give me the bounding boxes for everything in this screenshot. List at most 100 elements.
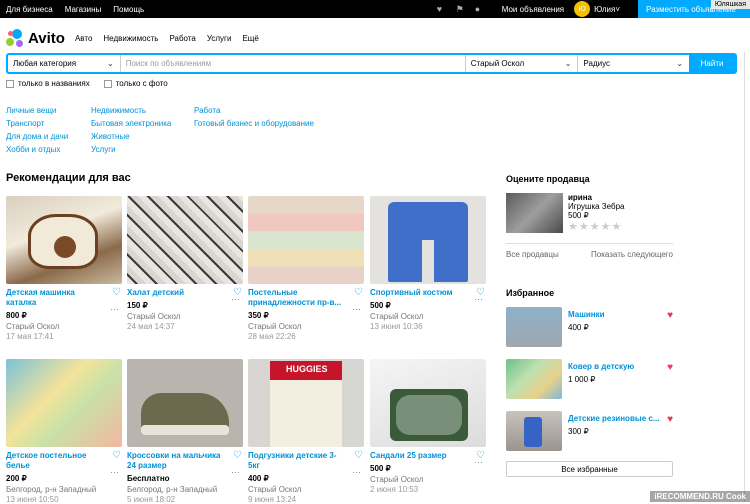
favorite-title[interactable]: Ковер в детскую (568, 362, 634, 371)
listing-card[interactable]: Халат детский ♡ ··· 150 ₽ Старый Оскол 2… (127, 196, 243, 331)
shops-link[interactable]: Магазины (65, 5, 102, 14)
checkbox-box (6, 79, 14, 88)
listing-card[interactable]: Сандали 25 размер ♡ ··· 500 ₽ Старый Оск… (370, 359, 486, 494)
listing-title[interactable]: Спортивный костюм (370, 288, 470, 298)
listing-photo[interactable] (6, 196, 122, 284)
business-link[interactable]: Для бизнеса (6, 5, 53, 14)
heart-icon[interactable]: ♡ (354, 450, 363, 461)
all-favorites-button[interactable]: Все избранные (506, 461, 673, 477)
avito-logo[interactable]: Avito (6, 29, 65, 47)
pack-logo: HUGGIES (286, 364, 328, 374)
heart-icon[interactable]: ♡ (354, 287, 363, 298)
category-link[interactable]: Для дома и дачи (6, 132, 91, 145)
nav-more[interactable]: Ещё (242, 34, 258, 43)
more-icon[interactable]: ··· (231, 467, 240, 477)
listing-photo[interactable] (127, 196, 243, 284)
my-ads-link[interactable]: Мои объявления (502, 5, 564, 14)
favorite-photo[interactable] (506, 411, 562, 451)
favorite-item[interactable]: Машинки 400 ₽ ♥ (506, 307, 673, 347)
category-link[interactable]: Готовый бизнес и оборудование (194, 119, 314, 132)
category-link[interactable]: Услуги (91, 145, 194, 158)
titles-only-checkbox[interactable]: только в названиях (6, 79, 90, 88)
listing-title[interactable]: Кроссовки на мальчика 24 размер (127, 451, 227, 471)
listing-photo[interactable] (370, 196, 486, 284)
search-button[interactable]: Найти (689, 55, 735, 72)
more-icon[interactable]: ··· (352, 304, 361, 314)
listing-photo[interactable] (6, 359, 122, 447)
seller-item-photo[interactable] (506, 193, 563, 233)
favorite-price: 400 ₽ (568, 323, 589, 332)
listing-title[interactable]: Постельные принадлежности пр-в... (248, 288, 348, 308)
nav-auto[interactable]: Авто (75, 34, 92, 43)
category-link[interactable]: Животные (91, 132, 194, 145)
category-link[interactable]: Личные вещи (6, 106, 91, 119)
listing-card[interactable]: HUGGIES Подгузники детские 3-5кг ♡ ··· 4… (248, 359, 364, 504)
heart-icon[interactable]: ♥ (437, 4, 447, 14)
category-select[interactable]: Любая категория ⌄ (8, 55, 121, 72)
more-icon[interactable]: ··· (474, 457, 483, 467)
photo-only-checkbox[interactable]: только с фото (103, 79, 168, 88)
listing-photo[interactable] (127, 359, 243, 447)
city-select[interactable]: Старый Оскол ⌄ (466, 55, 579, 72)
category-link[interactable]: Хобби и отдых (6, 145, 91, 158)
listing-location: Старый Оскол (127, 312, 181, 321)
listing-title[interactable]: Халат детский (127, 288, 227, 298)
listing-photo[interactable] (370, 359, 486, 447)
listing-location: Старый Оскол (6, 322, 60, 331)
listing-price: 350 ₽ (248, 311, 269, 320)
listing-price: Бесплатно (127, 474, 170, 483)
user-menu[interactable]: Юлия˅ (594, 5, 620, 14)
search-input[interactable]: Поиск по объявлениям (121, 55, 466, 72)
favorite-price: 300 ₽ (568, 427, 589, 436)
category-link[interactable]: Транспорт (6, 119, 91, 132)
next-seller-link[interactable]: Показать следующего (591, 250, 673, 259)
heart-icon[interactable]: ♥ (667, 310, 673, 321)
category-link[interactable]: Бытовая электроника (91, 119, 194, 132)
divider (506, 243, 673, 244)
seller-card: ирина Игрушка Зебра 500 ₽ ★★★★★ (506, 193, 673, 233)
favorite-title[interactable]: Машинки (568, 310, 605, 319)
main-nav: Avito Авто Недвижимость Работа Услуги Ещ… (0, 24, 750, 52)
avatar[interactable]: Ю (574, 1, 591, 17)
all-sellers-link[interactable]: Все продавцы (506, 250, 559, 259)
listing-title[interactable]: Детское постельное белье (6, 451, 106, 471)
user-name: Юлия (594, 4, 616, 14)
category-link[interactable]: Работа (194, 106, 314, 119)
heart-icon[interactable]: ♡ (112, 287, 121, 298)
chat-icon[interactable]: ● (475, 4, 485, 14)
listing-card[interactable]: Кроссовки на мальчика 24 размер ♡ ··· Бе… (127, 359, 243, 504)
listing-title[interactable]: Сандали 25 размер (370, 451, 470, 461)
bell-icon[interactable]: ⚑ (456, 4, 466, 14)
radius-value: Радиус (583, 59, 610, 68)
listing-card[interactable]: Детская машинка каталка ♡ ··· 800 ₽ Стар… (6, 196, 122, 341)
heart-icon[interactable]: ♡ (233, 450, 242, 461)
more-icon[interactable]: ··· (110, 304, 119, 314)
more-icon[interactable]: ··· (110, 467, 119, 477)
heart-icon[interactable]: ♥ (667, 362, 673, 373)
favorite-title[interactable]: Детские резиновые с... (568, 414, 659, 423)
rating-stars[interactable]: ★★★★★ (568, 220, 624, 233)
listing-card[interactable]: Детское постельное белье ♡ ··· 200 ₽ Бел… (6, 359, 122, 504)
more-icon[interactable]: ··· (352, 467, 361, 477)
listing-title[interactable]: Детская машинка каталка (6, 288, 106, 308)
nav-realty[interactable]: Недвижимость (103, 34, 158, 43)
favorite-photo[interactable] (506, 307, 562, 347)
category-link[interactable]: Недвижимость (91, 106, 194, 119)
more-icon[interactable]: ··· (474, 294, 483, 304)
help-link[interactable]: Помощь (113, 5, 144, 14)
favorite-item[interactable]: Детские резиновые с... 300 ₽ ♥ (506, 411, 673, 451)
nav-jobs[interactable]: Работа (169, 34, 195, 43)
listing-photo[interactable]: HUGGIES (248, 359, 364, 447)
listing-photo[interactable] (248, 196, 364, 284)
heart-icon[interactable]: ♡ (112, 450, 121, 461)
listing-title[interactable]: Подгузники детские 3-5кг (248, 451, 348, 471)
favorite-info: Ковер в детскую 1 000 ₽ (568, 362, 634, 399)
favorite-item[interactable]: Ковер в детскую 1 000 ₽ ♥ (506, 359, 673, 399)
heart-icon[interactable]: ♥ (667, 414, 673, 425)
radius-select[interactable]: Радиус ⌄ (578, 55, 689, 72)
more-icon[interactable]: ··· (231, 294, 240, 304)
listing-card[interactable]: Постельные принадлежности пр-в... ♡ ··· … (248, 196, 364, 341)
favorite-photo[interactable] (506, 359, 562, 399)
nav-services[interactable]: Услуги (207, 34, 232, 43)
listing-card[interactable]: Спортивный костюм ♡ ··· 500 ₽ Старый Оск… (370, 196, 486, 331)
